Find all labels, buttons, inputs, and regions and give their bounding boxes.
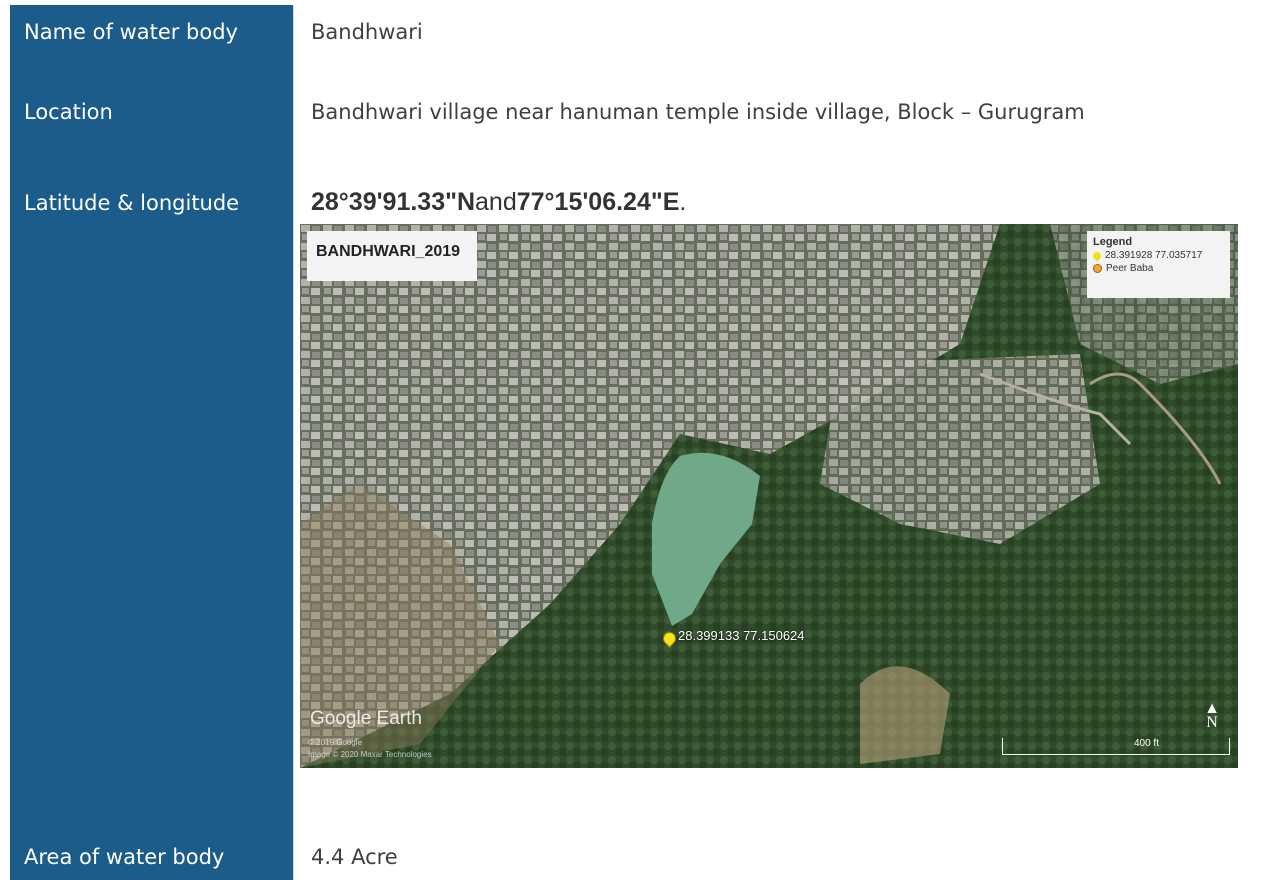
satellite-imagery	[300, 224, 1238, 768]
latitude-value: 28°39'91.33"N	[311, 188, 476, 216]
label-area: Area of water body	[10, 834, 293, 880]
value-area: 4.4 Acre	[293, 834, 1276, 880]
label-location: Location	[10, 85, 293, 178]
google-earth-watermark: Google Earth	[310, 708, 422, 729]
coord-end: .	[679, 188, 687, 216]
label-latlong: Latitude & longitude	[10, 178, 293, 834]
legend-item-peer-baba-label: Peer Baba	[1106, 263, 1154, 274]
place-marker-icon	[1093, 264, 1102, 273]
row-location: Location Bandhwari village near hanuman …	[10, 85, 1276, 179]
north-arrow-icon: ▲ N	[1204, 700, 1220, 731]
scale-bar: 400 ft	[1002, 738, 1230, 755]
label-name: Name of water body	[10, 5, 293, 85]
legend-item-coords: 28.391928 77.035717	[1091, 249, 1224, 262]
value-location: Bandhwari village near hanuman temple in…	[293, 85, 1276, 178]
pushpin-icon	[1091, 249, 1103, 262]
map-title: BANDHWARI_2019	[307, 231, 477, 281]
row-name: Name of water body Bandhwari	[10, 5, 1276, 86]
map-credit-google: © 2019 Google	[308, 738, 362, 747]
longitude-value: 77°15'06.24"E	[516, 188, 680, 216]
coord-joiner: and	[475, 188, 517, 216]
map-credit-imagery: Image © 2020 Maxar Technologies	[308, 750, 432, 759]
value-name: Bandhwari	[293, 5, 1276, 85]
pin-label: 28.399133 77.150624	[678, 628, 805, 643]
map-legend: Legend 28.391928 77.035717 Peer Baba	[1087, 231, 1230, 298]
scale-label: 400 ft	[1133, 738, 1159, 749]
legend-item-coords-label: 28.391928 77.035717	[1105, 250, 1203, 261]
satellite-map-image: BANDHWARI_2019 Legend 28.391928 77.03571…	[300, 224, 1238, 768]
legend-item-peer-baba: Peer Baba	[1093, 262, 1224, 275]
row-area: Area of water body 4.4 Acre	[10, 834, 1276, 880]
legend-title: Legend	[1093, 236, 1133, 248]
north-label: N	[1206, 714, 1218, 731]
